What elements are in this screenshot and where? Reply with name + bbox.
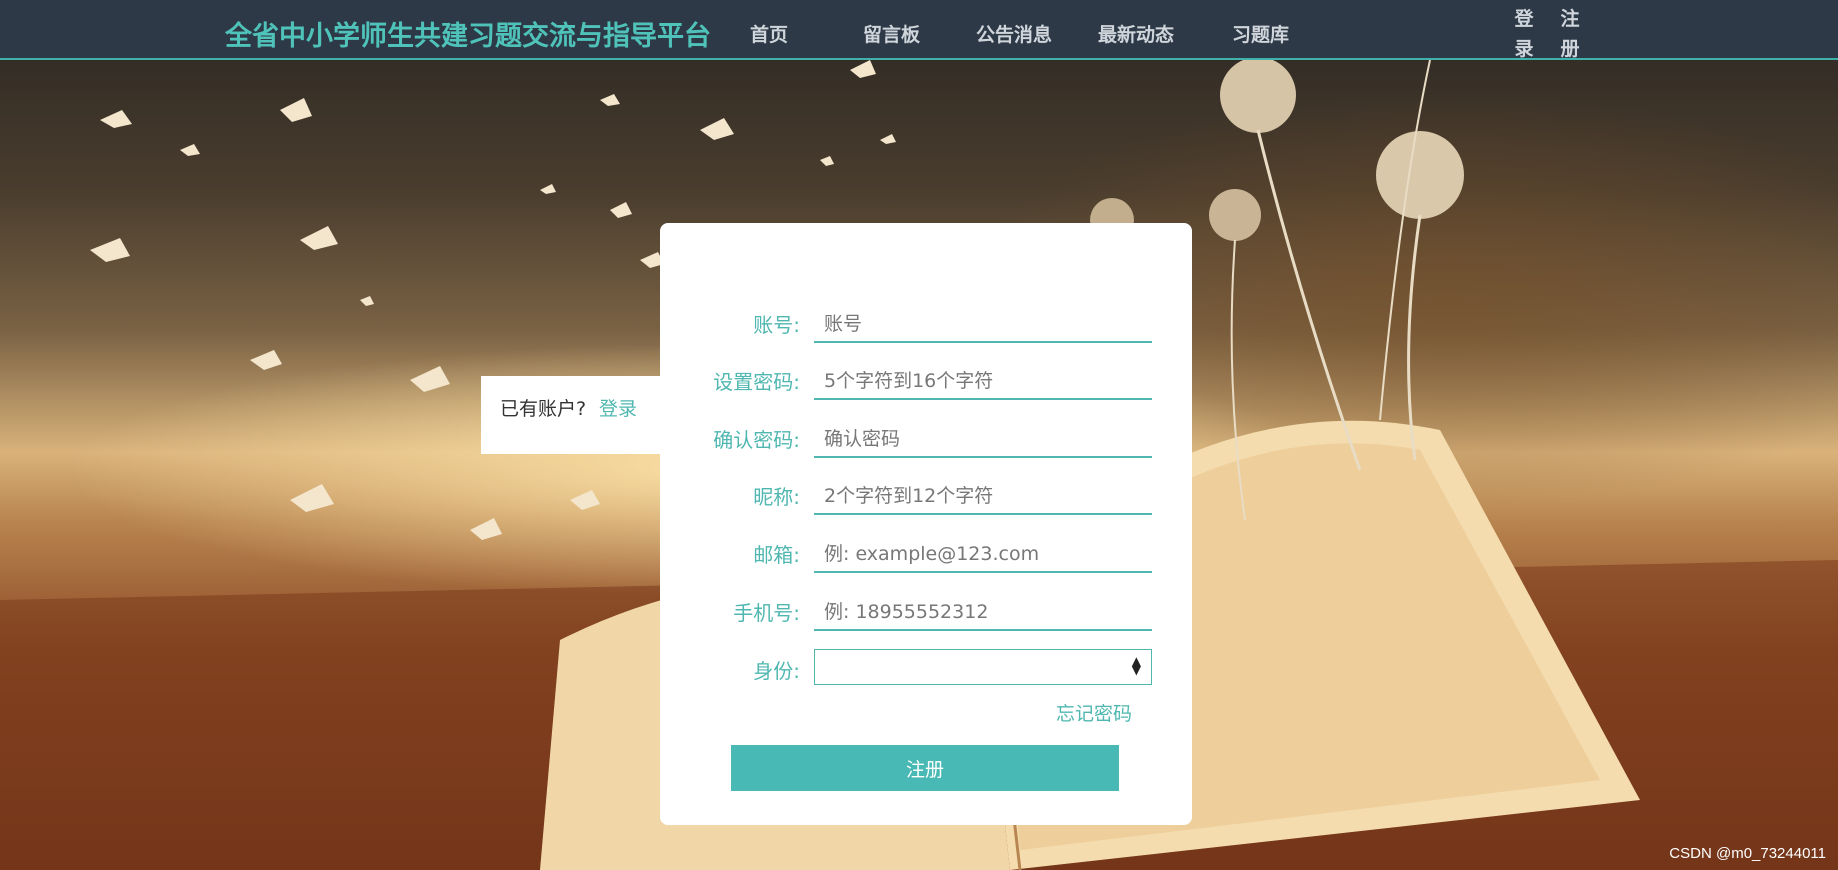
top-nav: 全省中小学师生共建习题交流与指导平台 首页 留言板 公告消息 最新动态 习题库 … (0, 0, 1838, 60)
forgot-password-link[interactable]: 忘记密码 (1056, 699, 1132, 726)
password-input[interactable] (814, 360, 1152, 400)
login-link[interactable]: 登录 (599, 394, 637, 421)
email-row: 邮箱: (660, 533, 1192, 581)
identity-label: 身份: (753, 659, 800, 683)
existing-account-panel: 已有账户? 登录 (481, 376, 681, 454)
nav-register-link[interactable]: 注册 (1558, 4, 1582, 64)
account-label: 账号: (753, 313, 800, 337)
watermark: CSDN @m0_73244011 (1669, 845, 1826, 862)
nickname-input[interactable] (814, 475, 1152, 515)
account-input[interactable] (814, 303, 1152, 343)
register-form: 账号: 设置密码: 确认密码: 昵称: 邮箱: 手机号: 身份: ▲▼ 忘记密码… (660, 223, 1192, 825)
nav-login-link[interactable]: 登录 (1512, 4, 1536, 64)
identity-select[interactable]: ▲ ▼ (814, 649, 1152, 685)
confirm-password-input[interactable] (814, 418, 1152, 458)
email-input[interactable] (814, 533, 1152, 573)
identity-row: 身份: ▲ ▼ (660, 649, 1192, 697)
nav-link-announcements[interactable]: 公告消息 (976, 20, 1052, 47)
register-button[interactable]: 注册 (731, 745, 1119, 791)
have-account-text: 已有账户? (500, 398, 587, 420)
nickname-row: 昵称: (660, 475, 1192, 523)
nav-link-latest-news[interactable]: 最新动态 (1098, 20, 1174, 47)
select-arrows-icon: ▲ ▼ (1131, 654, 1141, 677)
email-label: 邮箱: (753, 543, 800, 567)
password-row: 设置密码: (660, 360, 1192, 408)
phone-label: 手机号: (733, 601, 800, 625)
nav-link-question-bank[interactable]: 习题库 (1232, 20, 1289, 47)
phone-input[interactable] (814, 591, 1152, 631)
nav-link-home[interactable]: 首页 (750, 20, 788, 47)
site-title[interactable]: 全省中小学师生共建习题交流与指导平台 (225, 14, 711, 53)
account-row: 账号: (660, 303, 1192, 351)
nav-link-message-board[interactable]: 留言板 (863, 20, 920, 47)
phone-row: 手机号: (660, 591, 1192, 639)
password-label: 设置密码: (713, 370, 800, 394)
confirm-password-label: 确认密码: (713, 428, 800, 452)
confirm-password-row: 确认密码: (660, 418, 1192, 466)
nickname-label: 昵称: (753, 485, 800, 509)
